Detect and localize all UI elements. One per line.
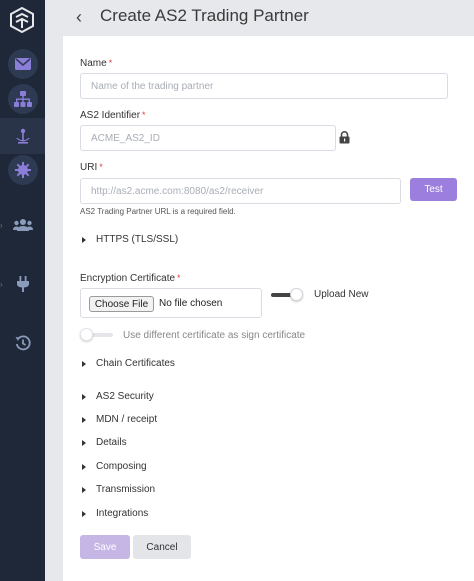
section-chain-certificates[interactable]: Chain Certificates [82,358,175,369]
upload-new-toggle-knob [290,288,303,301]
caret-right-icon [82,439,86,446]
choose-file-button[interactable]: Choose File [89,296,154,312]
as2-identifier-label: AS2 Identifier * [80,110,146,121]
uri-help-text: AS2 Trading Partner URL is a required fi… [80,207,236,216]
section-transmission[interactable]: Transmission [82,484,155,495]
header: ‹ Create AS2 Trading Partner [45,0,474,36]
uri-label: URI * [80,162,103,173]
lock-icon[interactable] [339,131,350,144]
section-as2-security[interactable]: AS2 Security [82,391,154,402]
caret-right-icon [82,416,86,423]
section-label: Chain Certificates [96,358,175,369]
section-label: MDN / receipt [96,414,158,425]
section-https[interactable]: HTTPS (TLS/SSL) [82,234,178,245]
uri-input[interactable] [80,178,401,204]
logo-icon[interactable] [8,6,36,34]
page-title: Create AS2 Trading Partner [100,6,309,25]
sitemap-icon [14,91,32,107]
caret-right-icon [82,360,86,367]
section-label: Integrations [96,508,149,519]
section-label: Composing [96,461,147,472]
caret-right-icon [82,486,86,493]
sign-cert-label: Use different certificate as sign certif… [123,330,306,341]
caret-right-icon [82,463,86,470]
history-icon [15,335,31,351]
nav-history[interactable] [10,330,36,356]
expand-arrow-icon: › [0,221,3,230]
nav-plugins[interactable] [10,271,36,297]
sign-cert-toggle-knob [80,328,93,341]
name-input[interactable] [80,73,448,99]
section-mdn-receipt[interactable]: MDN / receipt [82,414,157,425]
section-composing[interactable]: Composing [82,461,147,472]
section-label: Transmission [96,484,156,495]
no-file-text: No file chosen [159,298,223,309]
chevron-left-icon[interactable]: ‹ [76,8,90,26]
upload-new-label: Upload New [314,289,369,300]
section-label: AS2 Security [96,391,154,402]
mail-icon [15,58,31,70]
name-label: Name * [80,58,113,69]
section-integrations[interactable]: Integrations [82,508,148,519]
test-button[interactable]: Test [410,178,457,201]
nav-sitemap[interactable] [8,84,38,114]
section-https-label: HTTPS (TLS/SSL) [96,234,179,245]
nav-settings[interactable] [8,155,38,185]
nav-users[interactable] [10,212,36,238]
as2-identifier-input[interactable] [80,125,336,151]
caret-right-icon [82,510,86,517]
encryption-certificate-label: Encryption Certificate * [80,273,181,284]
section-label: Details [96,437,127,448]
expand-arrow-icon: › [0,280,3,289]
gear-icon [15,162,31,178]
caret-right-icon [82,236,86,243]
caret-right-icon [82,393,86,400]
section-details[interactable]: Details [82,437,127,448]
plug-icon [17,276,29,292]
anchor-icon [16,128,30,144]
users-icon [13,219,33,231]
nav-anchor[interactable] [8,121,38,151]
sidebar: › › [0,0,45,581]
form-card: Name* AS2 Identifier* URI* Test AS2 Trad… [63,36,474,581]
file-input[interactable]: Choose File No file chosen [80,288,262,318]
save-button[interactable]: Save [80,535,130,559]
nav-mail[interactable] [8,49,38,79]
cancel-button[interactable]: Cancel [133,535,191,559]
